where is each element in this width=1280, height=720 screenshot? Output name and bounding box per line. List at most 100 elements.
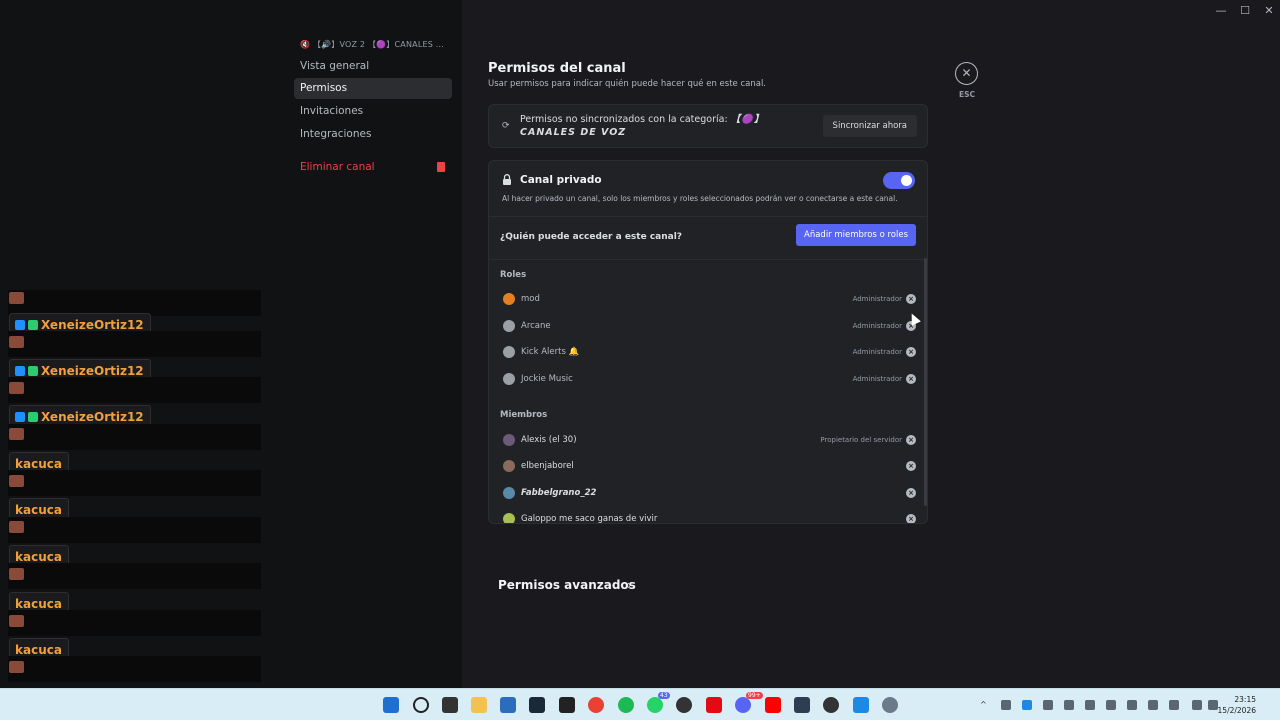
overlay-row [8,377,261,403]
app-icon[interactable] [794,697,810,713]
badge-icon [15,412,25,422]
members-header: Miembros [500,410,548,420]
minimize-button[interactable]: — [1211,4,1231,17]
role-icon [503,293,515,305]
volume-icon[interactable] [1208,700,1218,710]
username-text: kacuca [15,550,62,564]
close-button[interactable]: ✕ [955,62,978,85]
steam-icon[interactable] [529,697,545,713]
tray-icon[interactable] [1169,700,1179,710]
obs-icon[interactable] [823,697,839,713]
username-text: kacuca [15,643,62,657]
scrollbar[interactable] [924,258,927,506]
tray-icon[interactable] [1064,700,1074,710]
youtube-icon[interactable] [765,697,781,713]
private-channel-toggle[interactable] [883,172,915,189]
emote-icon [9,568,24,580]
role-name: Kick Alerts 🔔 [521,347,580,357]
member-row[interactable]: Alexis (el 30) Propietario del servidor … [500,430,916,452]
sidebar-item-integrations[interactable]: Integraciones [294,124,452,145]
toggle-knob [901,175,912,186]
remove-icon[interactable]: × [906,374,916,384]
badge-icon [15,320,25,330]
role-icon [503,373,515,385]
tray-icon[interactable] [1085,700,1095,710]
remove-icon[interactable]: × [906,294,916,304]
role-tag: Administrador [852,295,902,303]
netflix-icon[interactable] [706,697,722,713]
chrome-icon[interactable] [588,697,604,713]
clock[interactable]: 23:15 15/2/2026 [1218,694,1256,716]
add-members-roles-button[interactable]: Añadir miembros o roles [796,224,916,246]
roles-header: Roles [500,270,527,280]
username-text: kacuca [15,503,62,517]
delete-channel-button[interactable]: Eliminar canal [294,157,452,178]
sync-icon: ⟳ [502,121,510,131]
role-row[interactable]: Kick Alerts 🔔 Administrador × [500,342,916,364]
role-name: Arcane [521,321,551,331]
overlay-row [8,470,261,496]
remove-icon[interactable]: × [906,347,916,357]
tray-icon[interactable] [1043,700,1053,710]
advanced-permissions-link[interactable]: Permisos avanzados [498,578,636,592]
delete-channel-label: Eliminar canal [300,161,375,173]
role-row[interactable]: Arcane Administrador × [500,316,916,338]
whatsapp-icon[interactable] [647,697,663,713]
remove-icon[interactable]: × [906,488,916,498]
member-name: Fabbelgrano_22 [521,488,597,498]
lock-icon [503,174,511,185]
role-row[interactable]: Jockie Music Administrador × [500,369,916,391]
member-row[interactable]: Fabbelgrano_22 × [500,483,916,505]
avatar [503,434,515,446]
remove-icon[interactable]: × [906,461,916,471]
chevron-right-icon[interactable]: › [627,578,632,592]
emote-icon [9,615,24,627]
onedrive-icon[interactable] [1106,700,1116,710]
tray-icon[interactable] [1148,700,1158,710]
search-icon[interactable] [413,697,429,713]
chatgpt-icon[interactable] [676,697,692,713]
private-channel-description: Al hacer privado un canal, solo los miem… [502,194,898,203]
sidebar-item-permissions[interactable]: Permisos [294,78,452,99]
epic-games-icon[interactable] [559,697,575,713]
wifi-icon[interactable] [1192,700,1202,710]
chevron-up-icon[interactable]: ^ [980,700,990,710]
whatsapp-badge: 43 [658,692,670,699]
avatar [503,487,515,499]
discord-icon[interactable] [735,697,751,713]
window-close-button[interactable]: ✕ [1259,4,1279,17]
emote-icon [9,661,24,673]
settings-icon[interactable] [882,697,898,713]
task-view-icon[interactable] [442,697,458,713]
close-icon: ✕ [961,66,972,80]
esc-label: ESC [958,90,976,99]
badge-icon [15,366,25,376]
member-row[interactable]: elbenjaborel × [500,456,916,478]
shield-icon[interactable] [853,697,869,713]
start-icon[interactable] [383,697,399,713]
page-subtitle: Usar permisos para indicar quién puede h… [488,79,767,89]
app-window: 🔇 【🔊】VOZ 2 【🟣】CANALES ... Vista general … [0,0,1280,720]
username-text: XeneizeOrtiz12 [41,364,144,378]
remove-icon[interactable]: × [906,514,916,523]
store-icon[interactable] [500,697,516,713]
username-text: XeneizeOrtiz12 [41,410,144,424]
spotify-icon[interactable] [618,697,634,713]
sync-now-button[interactable]: Sincronizar ahora [822,115,917,137]
role-row[interactable]: mod Administrador × [500,289,916,311]
bluetooth-icon[interactable] [1022,700,1032,710]
overlay-row [8,563,261,589]
tray-icon[interactable] [1127,700,1137,710]
member-row[interactable]: Galoppo me saco ganas de vivir × [500,509,916,523]
file-explorer-icon[interactable] [471,697,487,713]
overlay-row [8,424,261,450]
sidebar-item-invites[interactable]: Invitaciones [294,101,452,122]
tray-icon[interactable] [1001,700,1011,710]
remove-icon[interactable]: × [906,435,916,445]
sidebar-item-overview[interactable]: Vista general [294,56,452,77]
page-title: Permisos del canal [488,61,626,76]
badge-icon [28,412,38,422]
access-label: ¿Quién puede acceder a este canal? [500,232,683,242]
private-channel-title: Canal privado [520,174,602,186]
maximize-button[interactable]: ☐ [1235,4,1255,17]
